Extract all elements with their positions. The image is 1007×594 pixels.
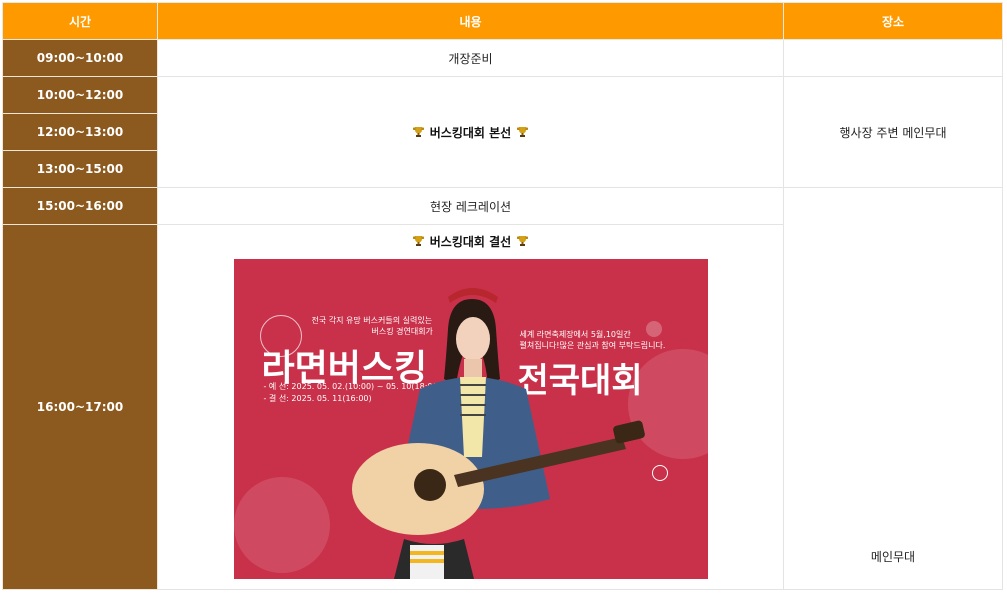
content-cell: 현장 레크레이션 [157,187,784,225]
trophy-icon [517,236,529,246]
final-event-label: 버스킹대회 결선 [429,235,512,249]
table-row: 09:00~10:00 개장준비 [2,39,1003,77]
header-content: 내용 [157,2,784,40]
place-cell [783,39,1003,77]
header-place: 장소 [783,2,1003,40]
table-row: 10:00~12:00 버스킹대회 본선 행사장 주변 메인무대 [2,76,1003,188]
trophy-icon [412,236,424,246]
time-cell: 15:00~16:00 [2,187,158,225]
busking-poster: 전국 각지 유망 버스커들의 실력있는 버스킹 경연대회가 라면버스킹 - 예 … [233,259,708,579]
time-cell: 12:00~13:00 [2,113,158,151]
place-cell-main: 행사장 주변 메인무대 [783,76,1003,188]
table-row: 15:00~16:00 현장 레크레이션 메인무대 [2,187,1003,590]
header-time: 시간 [2,2,158,40]
main-event-label: 버스킹대회 본선 [429,125,512,140]
time-cell: 13:00~15:00 [2,150,158,188]
content-cell: 개장준비 [157,39,784,77]
guitarist-illustration [351,288,645,579]
place-cell-lower: 메인무대 [783,187,1003,590]
content-cell-main: 버스킹대회 본선 [157,76,784,188]
time-cell: 16:00~17:00 [2,224,158,590]
schedule-table: 시간 내용 장소 09:00~10:00 개장준비 10:00~12:00 버스… [2,2,1003,590]
trophy-icon [412,126,424,137]
time-cell: 09:00~10:00 [2,39,158,77]
content-cell-final: 버스킹대회 결선 전국 각지 유망 버스커들의 실력있는 버스킹 경연대회가 라… [157,224,784,590]
header-row: 시간 내용 장소 [2,2,1003,40]
time-cell: 10:00~12:00 [2,76,158,114]
final-event-heading: 버스킹대회 결선 [158,225,783,259]
trophy-icon [517,126,529,137]
